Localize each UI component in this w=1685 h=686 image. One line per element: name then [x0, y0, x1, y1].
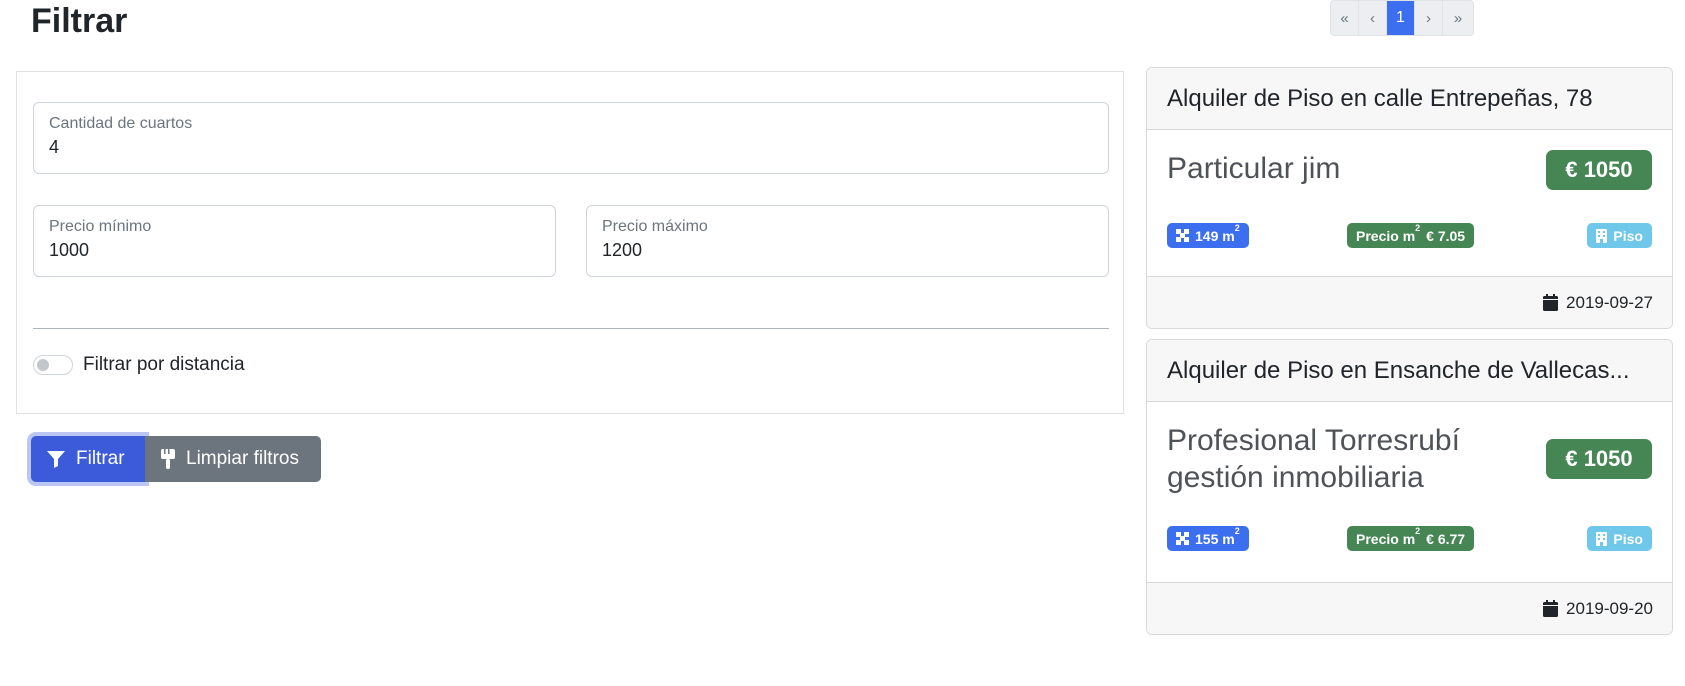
listing-agent: Profesional Torresrubí gestión inmobilia… [1167, 424, 1460, 494]
filter-button[interactable]: Filtrar [31, 436, 145, 482]
area-value: 155 m2 [1195, 526, 1240, 547]
area-text: 155 m [1195, 530, 1235, 547]
filter-button-label: Filtrar [76, 448, 125, 469]
type-badge: Piso [1587, 526, 1652, 551]
min-price-input[interactable] [49, 240, 540, 261]
distance-toggle-label: Filtrar por distancia [83, 354, 245, 375]
price-per-m2-label: Precio m2 [1356, 526, 1420, 547]
pagination-prev[interactable]: ‹ [1359, 1, 1387, 35]
area-icon [1176, 532, 1189, 545]
filter-actions: Filtrar Limpiar filtros [31, 436, 321, 482]
building-icon [1596, 531, 1608, 546]
listing-agent: Particular jim [1167, 152, 1341, 185]
price-per-m2-label: Precio m2 [1356, 223, 1420, 244]
rooms-input[interactable] [49, 137, 1093, 158]
price-per-m2-value: € 7.05 [1426, 227, 1466, 244]
price-badge: € 1050 [1546, 150, 1652, 190]
price-per-m2-value: € 6.77 [1426, 530, 1466, 547]
area-value: 149 m2 [1195, 223, 1240, 244]
listing-footer: 2019-09-20 [1147, 582, 1672, 634]
listing-badges: 149 m2 Precio m2 € 7.05 Piso [1167, 223, 1652, 248]
max-price-label: Precio máximo [602, 218, 708, 235]
toggle-knob [37, 359, 49, 371]
price-per-m2-text: Precio m [1356, 227, 1416, 244]
area-badge: 149 m2 [1167, 223, 1249, 248]
page: Filtrar « ‹ 1 › » Cantidad de cuartos Pr… [0, 0, 1685, 686]
listing-footer: 2019-09-27 [1147, 276, 1672, 328]
listing-body: Particular jim € 1050 149 m2 Precio m2 €… [1147, 130, 1672, 278]
price-per-m2-badge: Precio m2 € 6.77 [1347, 526, 1475, 551]
type-label: Piso [1613, 227, 1643, 244]
price-per-m2-sup: 2 [1415, 222, 1421, 233]
listing-title[interactable]: Alquiler de Piso en calle Entrepeñas, 78 [1147, 68, 1672, 130]
area-sup: 2 [1234, 222, 1240, 233]
pagination-next[interactable]: › [1415, 1, 1443, 35]
area-sup: 2 [1234, 525, 1240, 536]
distance-toggle-row: Filtrar por distancia [33, 354, 245, 376]
pagination-first[interactable]: « [1331, 1, 1359, 35]
min-price-label: Precio mínimo [49, 218, 152, 235]
distance-toggle[interactable] [33, 355, 73, 375]
pagination-page-1[interactable]: 1 [1387, 1, 1415, 35]
listing-card[interactable]: Alquiler de Piso en Ensanche de Vallecas… [1146, 339, 1673, 635]
listing-title-text: Alquiler de Piso en calle Entrepeñas, 78 [1167, 84, 1593, 112]
listing-date: 2019-09-27 [1566, 292, 1653, 312]
pagination: « ‹ 1 › » [1330, 0, 1474, 36]
listing-body: Profesional Torresrubí gestión inmobilia… [1147, 402, 1672, 583]
area-badge: 155 m2 [1167, 526, 1249, 551]
building-icon [1596, 228, 1608, 243]
calendar-icon [1543, 600, 1559, 617]
brush-icon [161, 449, 175, 469]
calendar-icon [1543, 294, 1559, 311]
listing-badges: 155 m2 Precio m2 € 6.77 Piso [1167, 526, 1652, 551]
filter-icon [47, 451, 65, 468]
price-per-m2-text: Precio m [1356, 530, 1416, 547]
area-text: 149 m [1195, 227, 1235, 244]
min-price-field[interactable]: Precio mínimo [33, 205, 556, 277]
listing-title[interactable]: Alquiler de Piso en Ensanche de Vallecas… [1147, 340, 1672, 402]
pagination-last[interactable]: » [1443, 1, 1473, 35]
page-title: Filtrar [31, 2, 128, 40]
listing-card[interactable]: Alquiler de Piso en calle Entrepeñas, 78… [1146, 67, 1673, 329]
filter-divider [33, 328, 1109, 329]
clear-filters-label: Limpiar filtros [186, 448, 299, 469]
filter-panel: Cantidad de cuartos Precio mínimo Precio… [16, 71, 1124, 414]
rooms-label: Cantidad de cuartos [49, 115, 193, 132]
clear-filters-button[interactable]: Limpiar filtros [145, 436, 321, 482]
type-label: Piso [1613, 530, 1643, 547]
listing-title-text: Alquiler de Piso en Ensanche de Vallecas… [1167, 356, 1630, 384]
listing-date: 2019-09-20 [1566, 598, 1653, 618]
max-price-input[interactable] [602, 240, 1093, 261]
price-badge: € 1050 [1546, 439, 1652, 479]
price-per-m2-badge: Precio m2 € 7.05 [1347, 223, 1475, 248]
rooms-field[interactable]: Cantidad de cuartos [33, 102, 1109, 174]
type-badge: Piso [1587, 223, 1652, 248]
max-price-field[interactable]: Precio máximo [586, 205, 1109, 277]
area-icon [1176, 229, 1189, 242]
price-per-m2-sup: 2 [1415, 525, 1421, 536]
